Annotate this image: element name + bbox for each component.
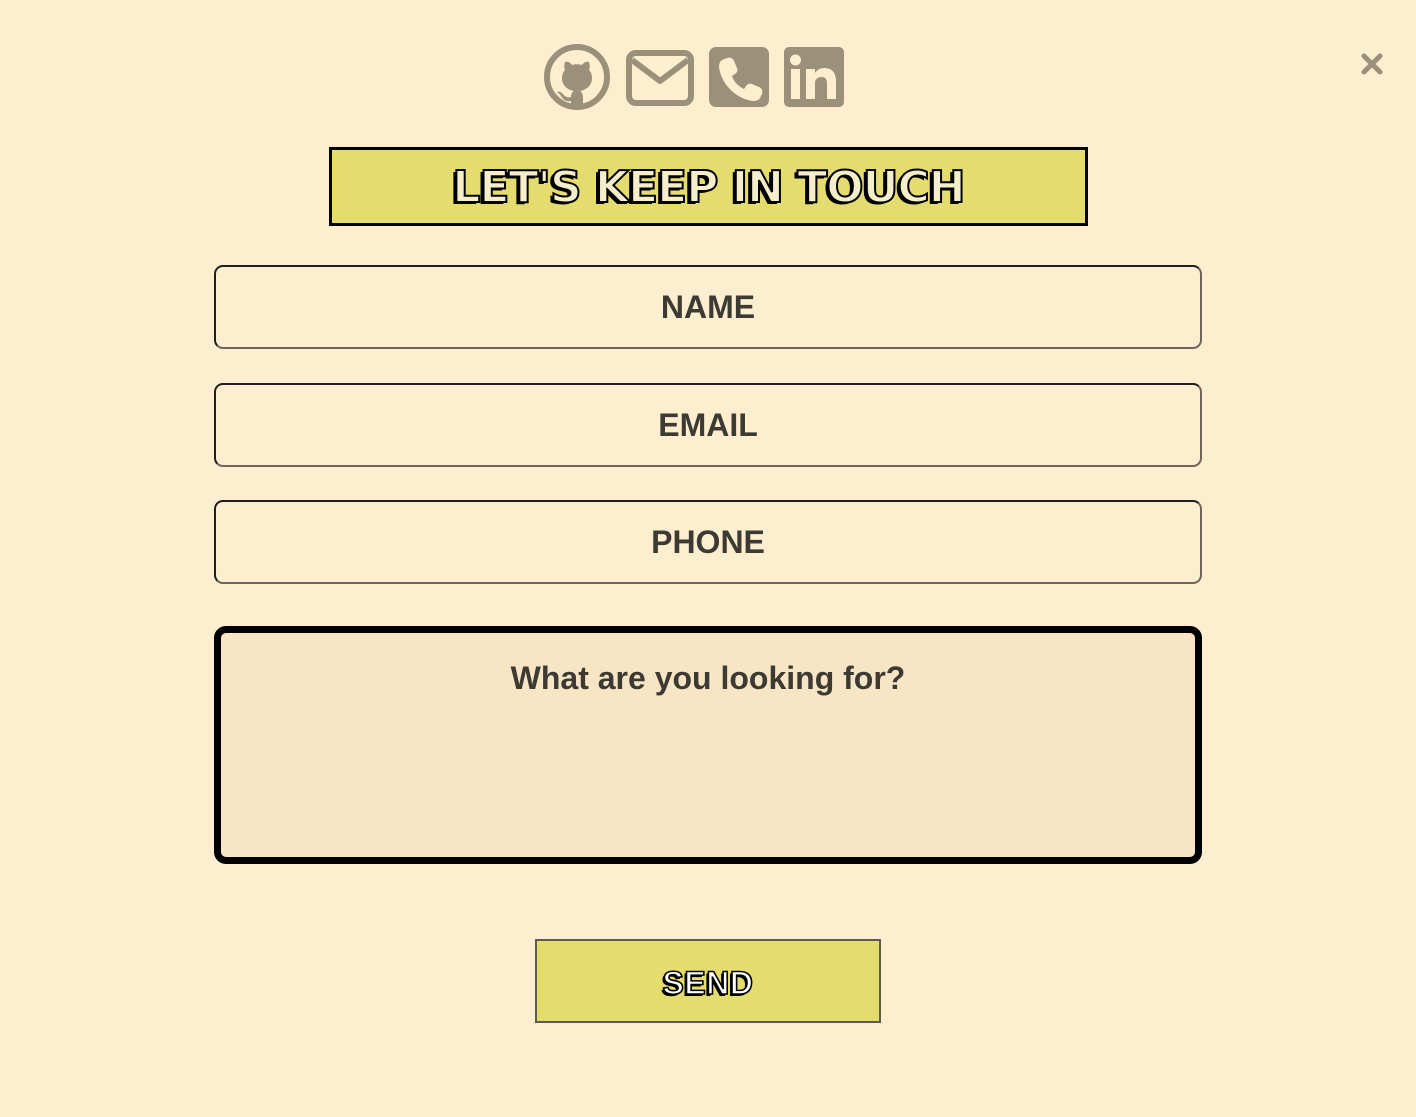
email-link[interactable] [626, 50, 694, 106]
message-textarea[interactable] [214, 626, 1202, 864]
send-button[interactable]: SEND [535, 939, 881, 1023]
linkedin-icon [784, 47, 844, 107]
phone-icon [709, 47, 769, 107]
phone-input[interactable] [214, 500, 1202, 584]
mail-icon [626, 50, 694, 106]
contact-heading: LET'S KEEP IN TOUCH [329, 147, 1088, 226]
linkedin-link[interactable] [784, 47, 844, 107]
email-input[interactable] [214, 383, 1202, 467]
heading-text: LET'S KEEP IN TOUCH [451, 161, 966, 213]
social-links [0, 44, 1416, 110]
name-input[interactable] [214, 265, 1202, 349]
github-icon [544, 44, 610, 110]
phone-link[interactable] [709, 47, 769, 107]
github-link[interactable] [544, 44, 610, 110]
send-label: SEND [662, 964, 754, 1002]
